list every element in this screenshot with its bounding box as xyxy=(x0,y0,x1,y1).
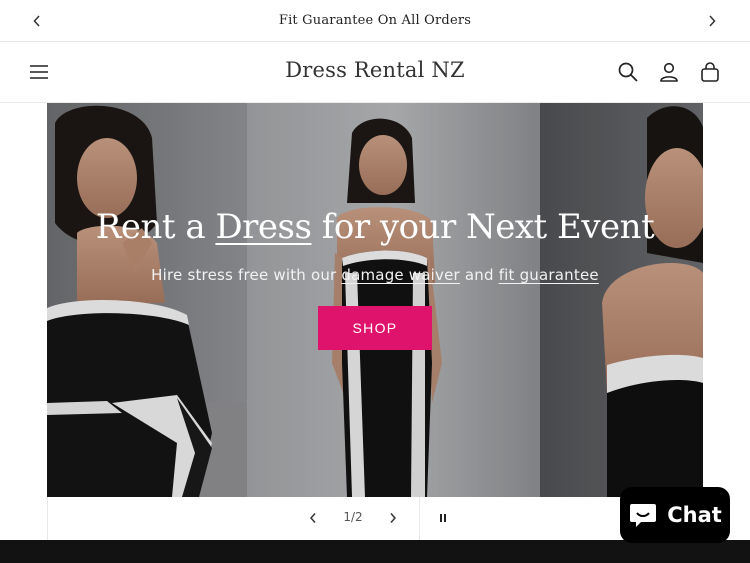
hero-content: Rent a Dress for your Next Event Hire st… xyxy=(47,203,703,350)
announcement-bar: Fit Guarantee On All Orders xyxy=(0,0,750,42)
cart-button[interactable] xyxy=(698,60,722,84)
chat-button[interactable]: Chat xyxy=(620,487,730,543)
slide-counter: 1/2 xyxy=(343,510,363,524)
hero-title-link[interactable]: Dress xyxy=(215,207,312,247)
pause-icon xyxy=(440,514,446,522)
chevron-left-icon xyxy=(309,513,316,523)
cart-icon xyxy=(701,62,719,82)
hero-subtitle: Hire stress free with our damage waiver … xyxy=(151,266,599,284)
hero-title: Rent a Dress for your Next Event xyxy=(95,207,655,247)
fit-guarantee-link[interactable]: fit guarantee xyxy=(499,266,599,284)
footer-band xyxy=(0,540,750,563)
account-button[interactable] xyxy=(657,60,681,84)
controls-divider xyxy=(419,497,420,540)
slide-pause-button[interactable] xyxy=(434,509,452,527)
hero-banner: Rent a Dress for your Next Event Hire st… xyxy=(47,103,703,497)
chevron-right-icon xyxy=(390,513,397,523)
menu-icon xyxy=(30,65,48,79)
chat-bubble-icon xyxy=(630,504,657,527)
chevron-left-icon xyxy=(33,15,40,27)
site-header: Dress Rental NZ xyxy=(0,42,750,103)
slide-prev-button[interactable] xyxy=(304,509,322,527)
shop-button[interactable]: SHOP xyxy=(318,306,432,350)
announcement-next-button[interactable] xyxy=(702,11,722,31)
brand-logo[interactable]: Dress Rental NZ xyxy=(285,58,465,82)
slideshow-controls: 1/2 xyxy=(47,497,703,540)
search-icon xyxy=(618,62,638,82)
menu-button[interactable] xyxy=(27,60,51,84)
chat-label: Chat xyxy=(667,503,722,527)
announcement-prev-button[interactable] xyxy=(27,11,47,31)
search-button[interactable] xyxy=(616,60,640,84)
chevron-right-icon xyxy=(709,15,716,27)
damage-waiver-link[interactable]: damage waiver xyxy=(341,266,460,284)
announcement-text[interactable]: Fit Guarantee On All Orders xyxy=(279,13,471,28)
account-icon xyxy=(660,62,678,82)
slide-next-button[interactable] xyxy=(384,509,402,527)
